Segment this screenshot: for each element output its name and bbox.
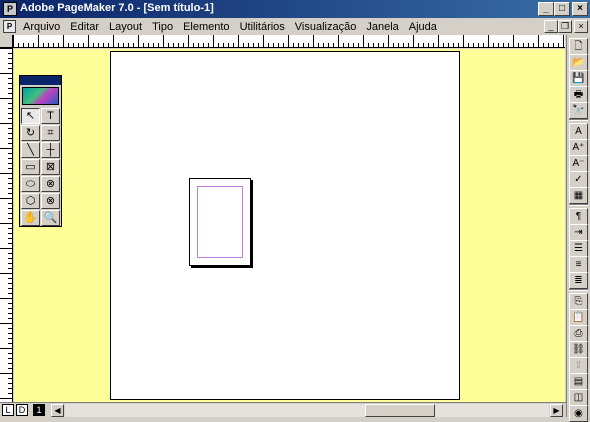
- right-master-page-icon[interactable]: D: [16, 404, 28, 416]
- copy-icon[interactable]: ⎘: [569, 293, 588, 310]
- font-icon[interactable]: A: [569, 123, 588, 140]
- bottom-bar: L D 1 ◀ ▶: [0, 402, 566, 417]
- horizontal-ruler[interactable]: [13, 35, 565, 48]
- ruler-origin[interactable]: [0, 35, 13, 48]
- pointer-tool-icon[interactable]: ↖: [21, 108, 40, 124]
- polygon-tool-icon[interactable]: ⬡: [21, 193, 40, 209]
- page-area[interactable]: [110, 51, 460, 400]
- align-left-icon[interactable]: ≡: [569, 256, 588, 273]
- maximize-button[interactable]: □: [554, 2, 570, 16]
- zoom-tool-icon[interactable]: 🔍: [41, 210, 60, 226]
- menu-editar[interactable]: Editar: [65, 19, 104, 34]
- font-size-up-icon[interactable]: A⁺: [569, 139, 588, 156]
- link-icon[interactable]: ⛓: [569, 341, 588, 358]
- align-right-icon[interactable]: ≣: [569, 272, 588, 289]
- menu-visualizacao[interactable]: Visualização: [290, 19, 362, 34]
- toolbar-separator: [569, 289, 588, 291]
- crop-tool-icon[interactable]: ⌗: [41, 125, 60, 141]
- ellipse-tool-icon[interactable]: ⬭: [21, 176, 40, 192]
- find-icon[interactable]: 🔭: [569, 102, 588, 119]
- menu-bar: P Arquivo Editar Layout Tipo Elemento Utilitá…: [0, 18, 590, 35]
- paragraph-icon[interactable]: ¶: [569, 208, 588, 225]
- toolbar-separator: [569, 204, 588, 206]
- document-page[interactable]: [189, 178, 251, 266]
- left-master-page-icon[interactable]: L: [2, 404, 14, 416]
- bullets-icon[interactable]: ☰: [569, 240, 588, 257]
- web-icon[interactable]: ◉: [569, 405, 588, 422]
- page-1-icon[interactable]: 1: [33, 404, 45, 416]
- pasteboard[interactable]: [14, 49, 565, 402]
- html-icon[interactable]: ◫: [569, 389, 588, 406]
- horizontal-scrollbar[interactable]: [65, 404, 549, 417]
- font-size-down-icon[interactable]: A⁻: [569, 155, 588, 172]
- line-tool-icon[interactable]: ╲: [21, 142, 40, 158]
- window-title: Adobe PageMaker 7.0 - [Sem título-1]: [20, 2, 214, 14]
- document-restore-button[interactable]: ❐: [558, 20, 572, 33]
- ellipse-frame-tool-icon[interactable]: ⊗: [41, 176, 60, 192]
- save-icon[interactable]: 💾: [569, 70, 588, 87]
- text-tool-icon[interactable]: T: [41, 108, 60, 124]
- print-icon[interactable]: 🖶: [569, 86, 588, 103]
- color-icon[interactable]: ▦: [569, 187, 588, 204]
- menu-janela[interactable]: Janela: [361, 19, 403, 34]
- spell-check-icon[interactable]: ✓: [569, 171, 588, 188]
- open-icon[interactable]: 📂: [569, 54, 588, 71]
- vertical-ruler[interactable]: [0, 48, 13, 402]
- menu-elemento[interactable]: Elemento: [178, 19, 234, 34]
- document-minimize-button[interactable]: _: [544, 20, 558, 33]
- menu-list: Arquivo Editar Layout Tipo Elemento Utilitári…: [18, 19, 442, 34]
- rectangle-tool-icon[interactable]: ▭: [21, 159, 40, 175]
- close-button[interactable]: ×: [572, 2, 588, 16]
- app-icon[interactable]: P: [3, 2, 17, 16]
- menu-layout[interactable]: Layout: [104, 19, 147, 34]
- minimize-button[interactable]: _: [538, 2, 554, 16]
- menu-arquivo[interactable]: Arquivo: [18, 19, 65, 34]
- toolbox-title-bar[interactable]: [20, 76, 61, 85]
- document-icon[interactable]: P: [3, 20, 16, 33]
- menu-tipo[interactable]: Tipo: [147, 19, 178, 34]
- place-icon[interactable]: ⎙: [569, 325, 588, 342]
- paste-icon[interactable]: 📋: [569, 309, 588, 326]
- indent-icon[interactable]: ⇥: [569, 224, 588, 241]
- constrained-line-tool-icon[interactable]: ┼: [41, 142, 60, 158]
- scroll-thumb[interactable]: [365, 404, 435, 417]
- scroll-left-button[interactable]: ◀: [51, 404, 64, 417]
- right-toolbar: 🗋 📂 💾 🖶 🔭 A A⁺ A⁻ ✓ ▦ ¶ ⇥ ☰ ≡ ≣ ⎘ 📋 ⎙ ⛓ ⇪ ▤ ◫ ◉: [566, 35, 590, 422]
- menu-ajuda[interactable]: Ajuda: [404, 19, 442, 34]
- pagemaker-window: P Adobe PageMaker 7.0 - [Sem título-1] _…: [0, 0, 590, 422]
- color-preview: [22, 87, 59, 105]
- pdf-icon[interactable]: ▤: [569, 373, 588, 390]
- title-bar: P Adobe PageMaker 7.0 - [Sem título-1] _…: [0, 0, 590, 18]
- rotate-tool-icon[interactable]: ↻: [21, 125, 40, 141]
- toolbar-separator: [569, 119, 588, 121]
- page-margin-guides: [197, 186, 243, 258]
- document-close-button[interactable]: ×: [574, 20, 588, 33]
- new-document-icon[interactable]: 🗋: [569, 38, 588, 55]
- scroll-right-button[interactable]: ▶: [550, 404, 563, 417]
- menu-utilitarios[interactable]: Utilitários: [235, 19, 290, 34]
- export-icon[interactable]: ⇪: [569, 357, 588, 374]
- hand-tool-icon[interactable]: ✋: [21, 210, 40, 226]
- rectangle-frame-tool-icon[interactable]: ⊠: [41, 159, 60, 175]
- toolbox-palette[interactable]: ↖ T ↻ ⌗ ╲ ┼ ▭ ⊠ ⬭ ⊗ ⬡ ⊗ ✋ 🔍: [19, 75, 62, 227]
- polygon-frame-tool-icon[interactable]: ⊗: [41, 193, 60, 209]
